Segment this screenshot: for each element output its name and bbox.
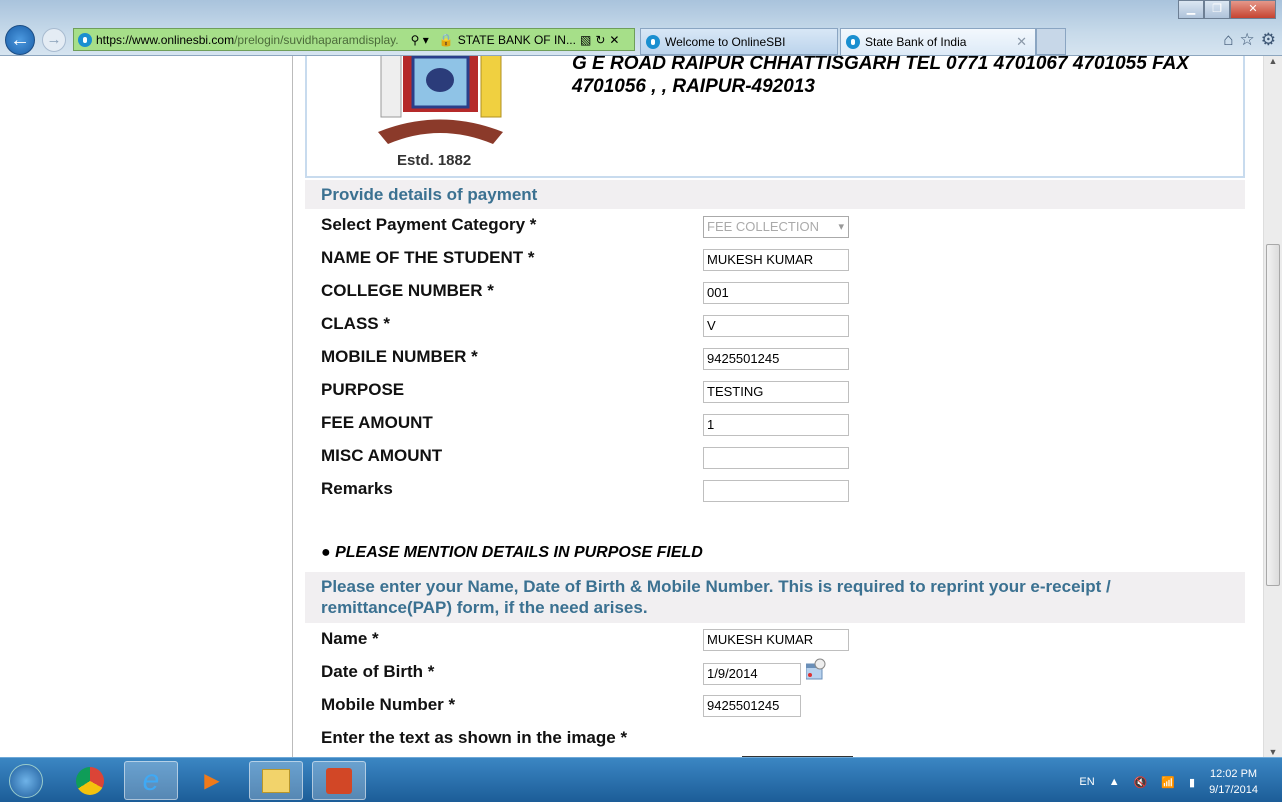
taskbar-file-explorer[interactable] bbox=[249, 761, 303, 800]
field-label: Remarks bbox=[321, 479, 393, 498]
name-input[interactable]: MUKESH KUMAR bbox=[703, 629, 849, 651]
name-label: Name * bbox=[321, 629, 379, 648]
start-button[interactable] bbox=[4, 761, 48, 800]
clock-date: 9/17/2014 bbox=[1209, 784, 1258, 796]
language-indicator[interactable]: EN bbox=[1079, 776, 1094, 788]
url-text[interactable]: https://www.onlinesbi.com/prelogin/suvid… bbox=[96, 33, 399, 47]
taskbar-internet-explorer[interactable]: e bbox=[124, 761, 178, 800]
calendar-icon[interactable] bbox=[806, 658, 826, 680]
field-input[interactable]: MUKESH KUMAR bbox=[703, 249, 849, 271]
browser-titlebar: ▁ ❐ ✕ ← → https://www.onlinesbi.com/prel… bbox=[0, 0, 1282, 56]
tab-label: State Bank of India bbox=[865, 35, 967, 49]
captcha-label: Enter the text as shown in the image * bbox=[321, 728, 628, 747]
field-label: FEE AMOUNT bbox=[321, 413, 433, 432]
site-identity[interactable]: STATE BANK OF IN... bbox=[458, 33, 576, 47]
close-tab-icon[interactable]: ✕ bbox=[1016, 34, 1027, 50]
dob-label: Date of Birth * bbox=[321, 662, 435, 681]
mobile-input[interactable]: 9425501245 bbox=[703, 695, 801, 717]
institution-address: G E ROAD RAIPUR CHHATTISGARH TEL 0771 47… bbox=[572, 56, 1242, 98]
established-year: Estd. 1882 bbox=[397, 152, 472, 169]
field-input[interactable]: 1 bbox=[703, 414, 849, 436]
favorites-star-icon[interactable]: ☆ bbox=[1240, 30, 1255, 50]
note-text: PLEASE MENTION DETAILS IN PURPOSE FIELD bbox=[335, 544, 703, 561]
close-window-button[interactable]: ✕ bbox=[1230, 0, 1276, 19]
field-input[interactable] bbox=[703, 480, 849, 502]
sbi-favicon bbox=[646, 34, 660, 49]
address-bar[interactable]: https://www.onlinesbi.com/prelogin/suvid… bbox=[73, 28, 635, 51]
gear-icon[interactable]: ⚙ bbox=[1261, 30, 1276, 50]
refresh-icon[interactable]: ↻ bbox=[595, 33, 605, 47]
field-input[interactable]: 001 bbox=[703, 282, 849, 304]
field-input[interactable]: TESTING bbox=[703, 381, 849, 403]
field-input[interactable] bbox=[703, 447, 849, 469]
volume-muted-icon[interactable]: 🔇 bbox=[1134, 776, 1148, 789]
system-tray: EN ▲ 🔇 📶 ▮ 12:02 PM 9/17/2014 bbox=[1079, 766, 1258, 798]
ie-icon: e bbox=[142, 763, 160, 797]
stop-icon[interactable]: ✕ bbox=[609, 33, 619, 47]
payment-section-header: Provide details of payment bbox=[305, 180, 1245, 209]
chrome-icon bbox=[76, 766, 104, 795]
back-button[interactable]: ← bbox=[5, 25, 35, 55]
taskbar-media-player[interactable]: ▶ bbox=[185, 761, 239, 800]
field-label: PURPOSE bbox=[321, 380, 405, 399]
sbi-favicon bbox=[78, 32, 92, 47]
restore-button[interactable]: ❐ bbox=[1204, 0, 1230, 19]
mobile-label: Mobile Number * bbox=[321, 695, 456, 714]
forward-button[interactable]: → bbox=[42, 28, 66, 52]
lock-icon[interactable]: 🔒 bbox=[439, 33, 454, 47]
new-tab-button[interactable] bbox=[1036, 28, 1066, 55]
field-label: CLASS * bbox=[321, 314, 390, 333]
field-input[interactable]: 9425501245 bbox=[703, 348, 849, 370]
clock[interactable]: 12:02 PM 9/17/2014 bbox=[1209, 766, 1258, 798]
vertical-scrollbar[interactable]: ▲ ▼ bbox=[1263, 56, 1282, 757]
field-label: Select Payment Category * bbox=[321, 215, 537, 234]
left-blank-pane bbox=[0, 56, 293, 757]
window-controls: ▁ ❐ ✕ bbox=[1178, 0, 1276, 19]
back-icon: ← bbox=[10, 29, 30, 51]
field-label: MOBILE NUMBER * bbox=[321, 347, 478, 366]
taskbar-chrome[interactable] bbox=[63, 761, 117, 800]
network-icon[interactable]: 📶 bbox=[1161, 776, 1175, 789]
folder-icon bbox=[262, 768, 290, 793]
field-label: NAME OF THE STUDENT * bbox=[321, 248, 535, 267]
field-label: COLLEGE NUMBER * bbox=[321, 281, 494, 300]
search-icon[interactable]: ⚲ ▾ bbox=[411, 33, 429, 47]
taskbar-powerpoint[interactable] bbox=[312, 761, 366, 800]
forward-icon: → bbox=[46, 31, 62, 48]
institution-header: Estd. 1882 G E ROAD RAIPUR CHHATTISGARH … bbox=[305, 56, 1245, 178]
field-input[interactable]: V bbox=[703, 315, 849, 337]
compat-icon[interactable]: ▧ bbox=[580, 33, 591, 47]
tab-state-bank[interactable]: State Bank of India ✕ bbox=[840, 28, 1036, 55]
purpose-note: ● PLEASE MENTION DETAILS IN PURPOSE FIEL… bbox=[321, 544, 703, 561]
field-label: MISC AMOUNT bbox=[321, 446, 443, 465]
media-player-icon: ▶ bbox=[204, 770, 220, 792]
scroll-down-icon[interactable]: ▼ bbox=[1264, 747, 1282, 757]
dob-input[interactable]: 1/9/2014 bbox=[703, 663, 801, 685]
power-icon[interactable]: ▮ bbox=[1189, 776, 1195, 789]
scroll-up-icon[interactable]: ▲ bbox=[1264, 56, 1282, 66]
taskbar: e ▶ EN ▲ 🔇 📶 ▮ 12:02 PM 9/17/2014 bbox=[0, 757, 1282, 802]
tab-label: Welcome to OnlineSBI bbox=[665, 34, 786, 49]
personal-section-header: Please enter your Name, Date of Birth & … bbox=[305, 572, 1245, 623]
address-line: 4701056 , , RAIPUR-492013 bbox=[572, 76, 815, 97]
address-line: G E ROAD RAIPUR CHHATTISGARH TEL 0771 47… bbox=[572, 56, 1190, 74]
tab-welcome[interactable]: Welcome to OnlineSBI bbox=[640, 28, 838, 55]
show-hidden-icons[interactable]: ▲ bbox=[1109, 776, 1120, 788]
minimize-button[interactable]: ▁ bbox=[1178, 0, 1204, 19]
clock-time: 12:02 PM bbox=[1209, 768, 1258, 780]
page-content: Estd. 1882 G E ROAD RAIPUR CHHATTISGARH … bbox=[294, 56, 1263, 757]
scrollbar-thumb[interactable] bbox=[1266, 244, 1280, 586]
powerpoint-icon bbox=[326, 767, 352, 794]
browser-tools: ⌂ ☆ ⚙ bbox=[1223, 30, 1276, 50]
payment-category-select[interactable]: FEE COLLECTION bbox=[703, 216, 849, 238]
sbi-favicon bbox=[846, 35, 860, 49]
home-icon[interactable]: ⌂ bbox=[1223, 30, 1233, 50]
